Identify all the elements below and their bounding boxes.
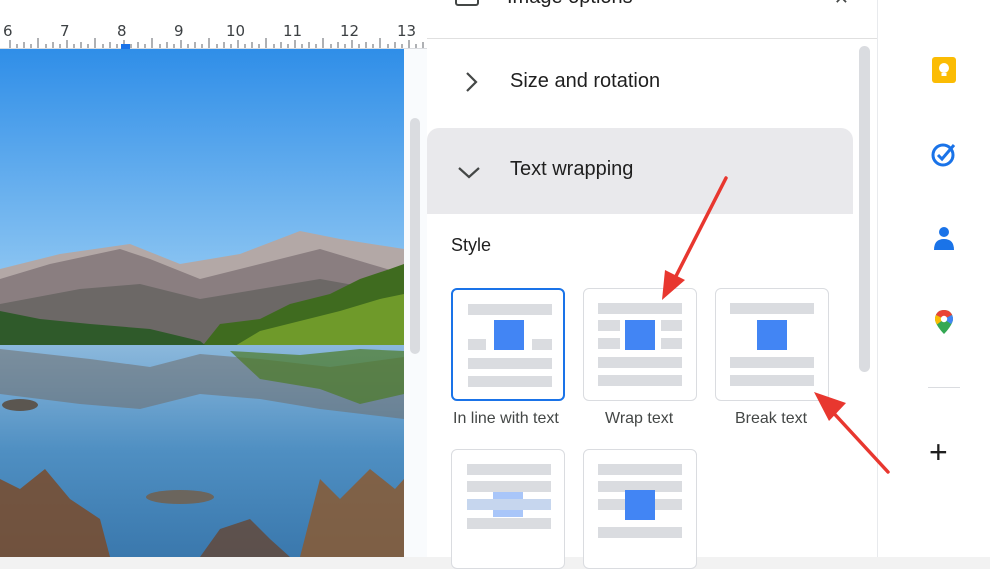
wrap-option-wrap[interactable]	[583, 288, 697, 401]
text-line	[730, 357, 814, 368]
text-line	[468, 376, 552, 387]
image-block	[494, 320, 524, 350]
text-line	[467, 464, 551, 475]
horizontal-ruler[interactable]: 6 7 8 9 10 11 12 13	[0, 0, 427, 49]
text-line	[598, 357, 682, 368]
chevron-down-icon	[458, 167, 480, 179]
close-icon[interactable]: ✕	[834, 0, 849, 9]
rail-divider	[928, 387, 960, 388]
wrap-option-inline[interactable]	[451, 288, 565, 401]
side-app-rail: +	[877, 0, 990, 557]
text-line	[598, 464, 682, 475]
panel-title: Image options	[507, 0, 633, 9]
wrap-option-break[interactable]	[715, 288, 829, 401]
image-block	[625, 320, 655, 350]
text-line	[468, 304, 552, 315]
section-text-wrapping[interactable]: Text wrapping	[427, 128, 853, 214]
text-line	[598, 527, 682, 538]
section-label: Text wrapping	[510, 158, 634, 180]
text-line	[730, 375, 814, 386]
maps-icon[interactable]	[930, 308, 958, 336]
wrap-option-front[interactable]	[583, 449, 697, 569]
ruler-ticks	[9, 38, 424, 48]
style-label: Style	[451, 235, 492, 255]
wrap-option-behind[interactable]	[451, 449, 565, 569]
text-line	[467, 481, 551, 492]
image-options-panel: Image options ✕ Size and rotation Text w…	[427, 0, 877, 569]
text-line	[598, 375, 682, 386]
text-line	[598, 303, 682, 314]
image-options-icon	[455, 0, 479, 6]
text-line	[468, 358, 552, 369]
text-line	[467, 518, 551, 529]
keep-icon[interactable]	[930, 56, 958, 84]
text-line	[467, 499, 551, 510]
panel-scrollbar[interactable]	[859, 46, 870, 372]
text-line	[730, 303, 814, 314]
image-block	[757, 320, 787, 350]
option-label-wrap: Wrap text	[605, 410, 674, 427]
option-label-inline: In line with text	[453, 410, 559, 427]
text-line	[661, 338, 682, 349]
text-line	[468, 339, 486, 350]
section-label: Size and rotation	[510, 70, 661, 92]
document-scrollbar[interactable]	[410, 118, 420, 354]
section-size-rotation[interactable]: Size and rotation	[427, 40, 853, 126]
contacts-icon[interactable]	[930, 224, 958, 252]
option-label-break: Break text	[735, 410, 808, 427]
text-line	[598, 338, 620, 349]
panel-header: Image options ✕	[427, 0, 877, 39]
text-line	[661, 320, 682, 331]
tasks-icon[interactable]	[930, 140, 958, 168]
chevron-right-icon	[466, 72, 478, 92]
add-icon[interactable]: +	[929, 436, 948, 468]
document-area: 6 7 8 9 10 11 12 13	[0, 0, 427, 557]
image-block	[625, 490, 655, 520]
landscape-image[interactable]	[0, 49, 404, 557]
text-line	[532, 339, 552, 350]
text-line	[598, 320, 620, 331]
